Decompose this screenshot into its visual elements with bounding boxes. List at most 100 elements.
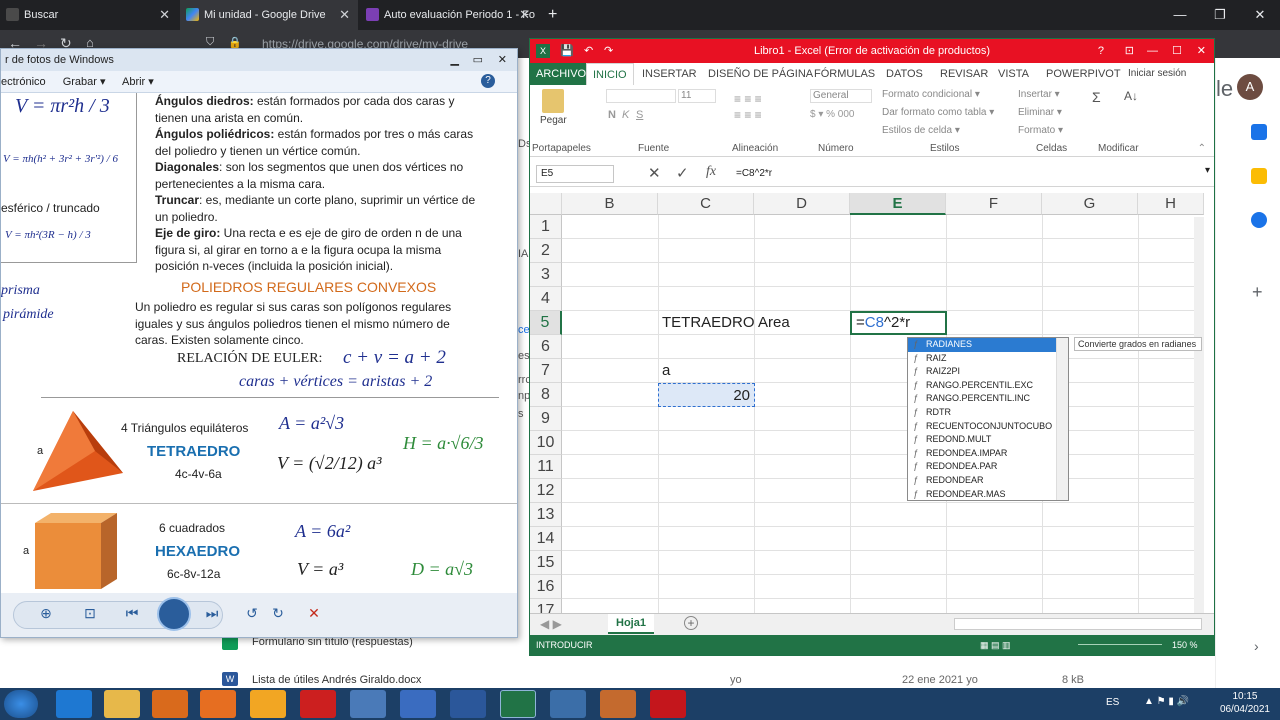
maximize-icon[interactable]: ▭ [473,49,483,71]
conditional-format[interactable]: Formato condicional ▾ [882,89,980,100]
row-header[interactable]: 8 [530,383,562,407]
close-icon[interactable]: ✕ [498,49,507,71]
tab-diseno[interactable]: DISEÑO DE PÁGINA [702,63,819,85]
tab-datos[interactable]: DATOS [880,63,929,85]
rotate-left-icon[interactable]: ↺ [241,605,263,625]
row-header[interactable]: 13 [530,503,562,527]
collapse-ribbon-icon[interactable]: ⌃ [1198,143,1206,154]
col-header[interactable]: D [754,193,850,215]
previous-icon[interactable]: ⏮ [121,605,143,625]
help-button[interactable]: ? [1098,39,1104,63]
underline-icon[interactable]: S [636,109,643,121]
row-header[interactable]: 3 [530,263,562,287]
add-sheet-icon[interactable]: + [684,616,698,630]
insert-cells[interactable]: Insertar ▾ [1018,89,1060,100]
start-button[interactable] [4,690,38,718]
signin-link[interactable]: Iniciar sesión [1122,63,1192,85]
tab-forms[interactable]: Auto evaluación Periodo 1 - Fo ✕ [360,0,538,30]
autocomplete-item[interactable]: RAIZ [908,352,1056,366]
enter-icon[interactable]: ✓ [676,164,689,182]
select-all[interactable] [530,193,562,215]
autocomplete-item[interactable]: REDONDEA.PAR [908,460,1056,474]
minimize-icon[interactable]: — [1147,39,1158,63]
ribbon-display-icon[interactable]: ⊡ [1125,39,1134,63]
horizontal-scrollbar[interactable] [954,618,1202,630]
worksheet-grid[interactable]: B C D E F G H 1 2 3 4 5 6 7 8 9 10 11 12 13 14 15 16 17 … [530,193,1204,613]
italic-icon[interactable]: K [622,109,629,121]
row-header[interactable]: 17 [530,599,562,613]
cell-C7[interactable]: a [658,359,670,383]
col-header[interactable]: B [562,193,658,215]
close-icon[interactable]: ✕ [1240,0,1280,30]
menu-abrir[interactable]: Abrir ▾ [122,76,154,88]
next-icon[interactable]: ⏭ [201,605,223,625]
cell-styles[interactable]: Estilos de celda ▾ [882,125,960,136]
keep-icon[interactable] [1251,168,1267,184]
acrobat-icon[interactable] [650,690,686,718]
row-header[interactable]: 1 [530,215,562,239]
autocomplete-item[interactable]: RECUENTOCONJUNTOCUBO [908,420,1056,434]
tasks-icon[interactable] [1251,212,1267,228]
row-header[interactable]: 2 [530,239,562,263]
sheet-nav-icons[interactable]: ◀ ▶ [540,617,562,631]
clock[interactable]: 10:15 06/04/2021 [1220,690,1270,716]
delete-cells[interactable]: Eliminar ▾ [1018,107,1062,118]
autocomplete-item[interactable]: REDONDEA.IMPAR [908,447,1056,461]
writer-icon[interactable] [400,690,436,718]
row-header[interactable]: 5 [530,311,562,335]
zoom-level[interactable]: 150 % [1172,635,1198,655]
autocomplete-item[interactable]: RAIZ2PI [908,365,1056,379]
align-icons[interactable]: ≡ ≡ ≡ ≡ ≡ ≡ [734,91,762,123]
number-format-box[interactable]: General [810,89,872,103]
tab-powerpivot[interactable]: POWERPIVOT [1040,63,1127,85]
format-as-table[interactable]: Dar formato como tabla ▾ [882,107,994,118]
bold-icon[interactable]: N [608,109,616,121]
add-addon-icon[interactable]: + [1252,282,1263,303]
minimize-icon[interactable]: — [1160,0,1200,30]
help-icon[interactable]: ? [481,74,495,88]
col-header[interactable]: F [946,193,1042,215]
autosum-icon[interactable]: Σ [1092,89,1101,105]
sublime-icon[interactable] [250,690,286,718]
rotate-right-icon[interactable]: ↻ [267,605,289,625]
tab-insertar[interactable]: INSERTAR [636,63,703,85]
function-autocomplete[interactable]: RADIANESRAIZRAIZ2PIRANGO.PERCENTIL.EXCRA… [907,337,1069,501]
chrome-icon[interactable] [350,690,386,718]
cell-D5[interactable]: Area [754,311,790,335]
zoom-icon[interactable]: ⊕ [35,605,57,625]
fit-icon[interactable]: ⊡ [79,605,101,625]
minimize-icon[interactable]: ▁ [451,49,459,71]
cancel-icon[interactable]: ✕ [648,164,661,182]
menu-email[interactable]: ectrónico [1,76,46,88]
sort-icon[interactable]: A↓ [1124,89,1138,103]
tab-buscar[interactable]: Buscar ✕ [0,0,178,30]
media-icon[interactable] [152,690,188,718]
maximize-icon[interactable]: ☐ [1172,39,1182,63]
insert-function-icon[interactable]: fx [706,164,716,180]
expand-formula-icon[interactable]: ▾ [1205,165,1210,176]
calendar-icon[interactable] [1251,124,1267,140]
col-header[interactable]: E [850,193,946,215]
tray-icons[interactable]: ▲ ⚑ ▮ 🔊 [1144,696,1189,707]
row-header[interactable]: 6 [530,335,562,359]
name-box[interactable]: E5 [536,165,614,183]
row-header[interactable]: 16 [530,575,562,599]
paste-label[interactable]: Pegar [540,115,567,126]
tab-archivo[interactable]: ARCHIVO [530,63,593,85]
cell-C5[interactable]: TETRAEDRO [658,311,755,335]
tab-formulas[interactable]: FÓRMULAS [808,63,881,85]
autocomplete-item[interactable]: REDONDEAR.MAS [908,488,1056,502]
word-icon[interactable] [450,690,486,718]
cell-C8[interactable]: 20 [658,383,755,407]
ie-icon[interactable] [56,690,92,718]
close-icon[interactable]: ✕ [159,0,170,30]
row-header[interactable]: 14 [530,527,562,551]
chevron-right-icon[interactable]: › [1254,638,1259,654]
cell-E5-active[interactable]: =C8^2*r [850,311,947,335]
autocomplete-scrollbar[interactable] [1056,338,1068,500]
file-name[interactable]: Lista de útiles Andrés Giraldo.docx [252,674,421,686]
row-header[interactable]: 7 [530,359,562,383]
view-icons[interactable]: ▦ ▤ ▥ [980,635,1011,655]
col-header[interactable]: C [658,193,754,215]
vertical-scrollbar[interactable] [1194,217,1204,613]
